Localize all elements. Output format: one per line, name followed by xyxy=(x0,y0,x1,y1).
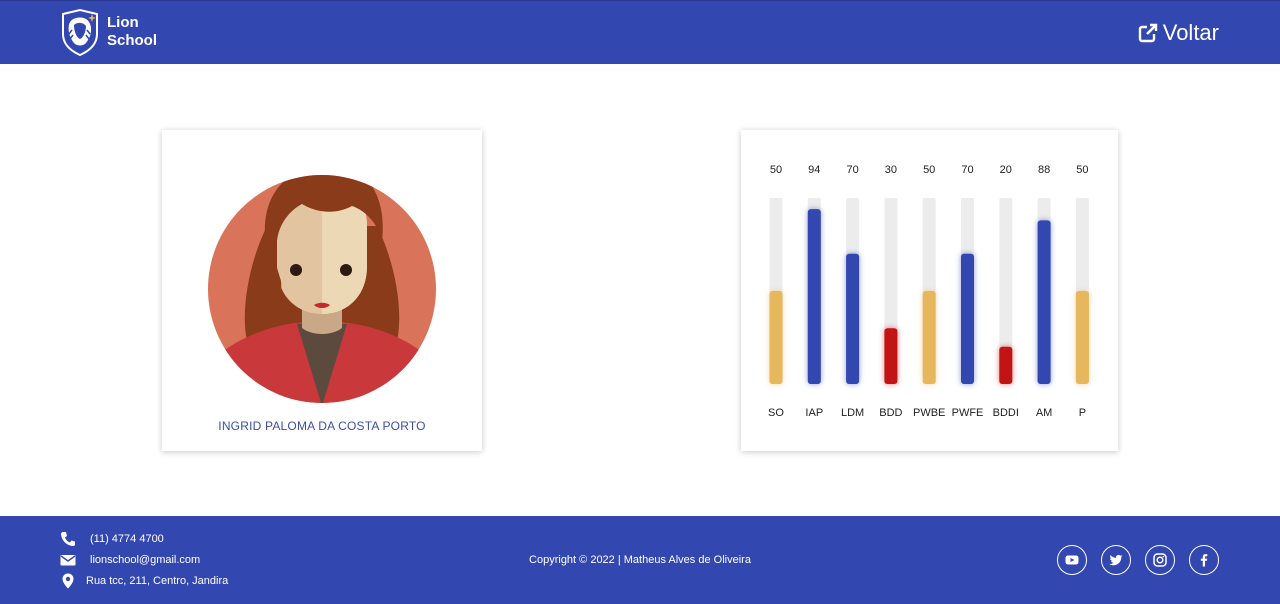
facebook-icon xyxy=(1200,554,1208,567)
subject-label-bdd: BDD xyxy=(879,407,902,419)
facebook-link[interactable] xyxy=(1189,545,1219,575)
youtube-link[interactable] xyxy=(1057,545,1087,575)
external-link-icon xyxy=(1138,23,1157,43)
student-avatar xyxy=(208,175,436,403)
brand-line1: Lion xyxy=(107,14,139,31)
brand-line2: School xyxy=(107,32,158,49)
grades-card: 50 SO 94 IAP 70 LDM 30 BDD 50 PWBE 70 PWFE 20 BDDI 88 A… xyxy=(741,130,1118,451)
lion-logo-icon xyxy=(62,8,98,56)
grade-bar-pwfe xyxy=(961,253,974,384)
back-label: Voltar xyxy=(1162,20,1219,45)
subject-label-so: SO xyxy=(768,407,784,419)
contact-address: Rua tcc, 211, Centro, Jandira xyxy=(60,573,228,589)
grade-bar-am xyxy=(1037,220,1051,384)
grade-bar-ldm xyxy=(846,253,860,384)
student-name: INGRID PALOMA DA COSTA PORTO xyxy=(218,419,426,433)
subject-label-am: AM xyxy=(1036,407,1053,419)
instagram-icon xyxy=(1153,553,1167,567)
instagram-link[interactable] xyxy=(1145,545,1175,575)
grade-value-pwfe: 70 xyxy=(961,164,973,176)
grade-value-so: 50 xyxy=(770,164,782,176)
address-text: Rua tcc, 211, Centro, Jandira xyxy=(86,575,229,587)
grade-value-bdd: 30 xyxy=(885,164,897,176)
subject-label-ldm: LDM xyxy=(841,407,864,419)
grade-value-p: 50 xyxy=(1076,164,1088,176)
subject-label-pwbe: PWBE xyxy=(913,407,945,419)
phone-text: (11) 4774 4700 xyxy=(90,533,164,545)
grade-value-am: 88 xyxy=(1038,164,1050,176)
header: Lion School Voltar xyxy=(0,0,1280,64)
footer: (11) 4774 4700 lionschool@gmail.com Rua … xyxy=(0,516,1280,604)
subject-label-p: P xyxy=(1079,407,1086,419)
subject-label-iap: IAP xyxy=(805,407,823,419)
social-links xyxy=(1043,545,1219,575)
grade-bar-p xyxy=(1075,291,1089,384)
phone-icon xyxy=(61,532,75,546)
student-card: INGRID PALOMA DA COSTA PORTO xyxy=(162,130,482,451)
brand[interactable]: Lion School xyxy=(60,8,157,56)
page: Lion School Voltar INGRID PALOMA DA COST… xyxy=(0,0,1280,604)
youtube-icon xyxy=(1065,555,1079,565)
grade-bar-pwbe xyxy=(922,291,936,384)
contact-phone: (11) 4774 4700 xyxy=(60,531,164,547)
grade-bar-bddi xyxy=(999,346,1013,384)
grade-value-iap: 94 xyxy=(808,164,820,176)
grades-chart: 50 SO 94 IAP 70 LDM 30 BDD 50 PWBE 70 PWFE 20 BDDI 88 A… xyxy=(768,164,1089,419)
grade-bar-so xyxy=(769,291,783,384)
twitter-icon xyxy=(1109,554,1123,566)
subject-label-bddi: BDDI xyxy=(993,407,1019,419)
back-button[interactable]: Voltar xyxy=(1138,20,1219,46)
grade-bar-bdd xyxy=(884,328,898,384)
twitter-link[interactable] xyxy=(1101,545,1131,575)
grade-value-pwbe: 50 xyxy=(923,164,935,176)
grade-value-bddi: 20 xyxy=(1000,164,1012,176)
location-pin-icon xyxy=(62,573,74,589)
subject-label-pwfe: PWFE xyxy=(952,407,984,419)
grade-value-ldm: 70 xyxy=(846,164,858,176)
grade-bar-iap xyxy=(807,209,821,384)
